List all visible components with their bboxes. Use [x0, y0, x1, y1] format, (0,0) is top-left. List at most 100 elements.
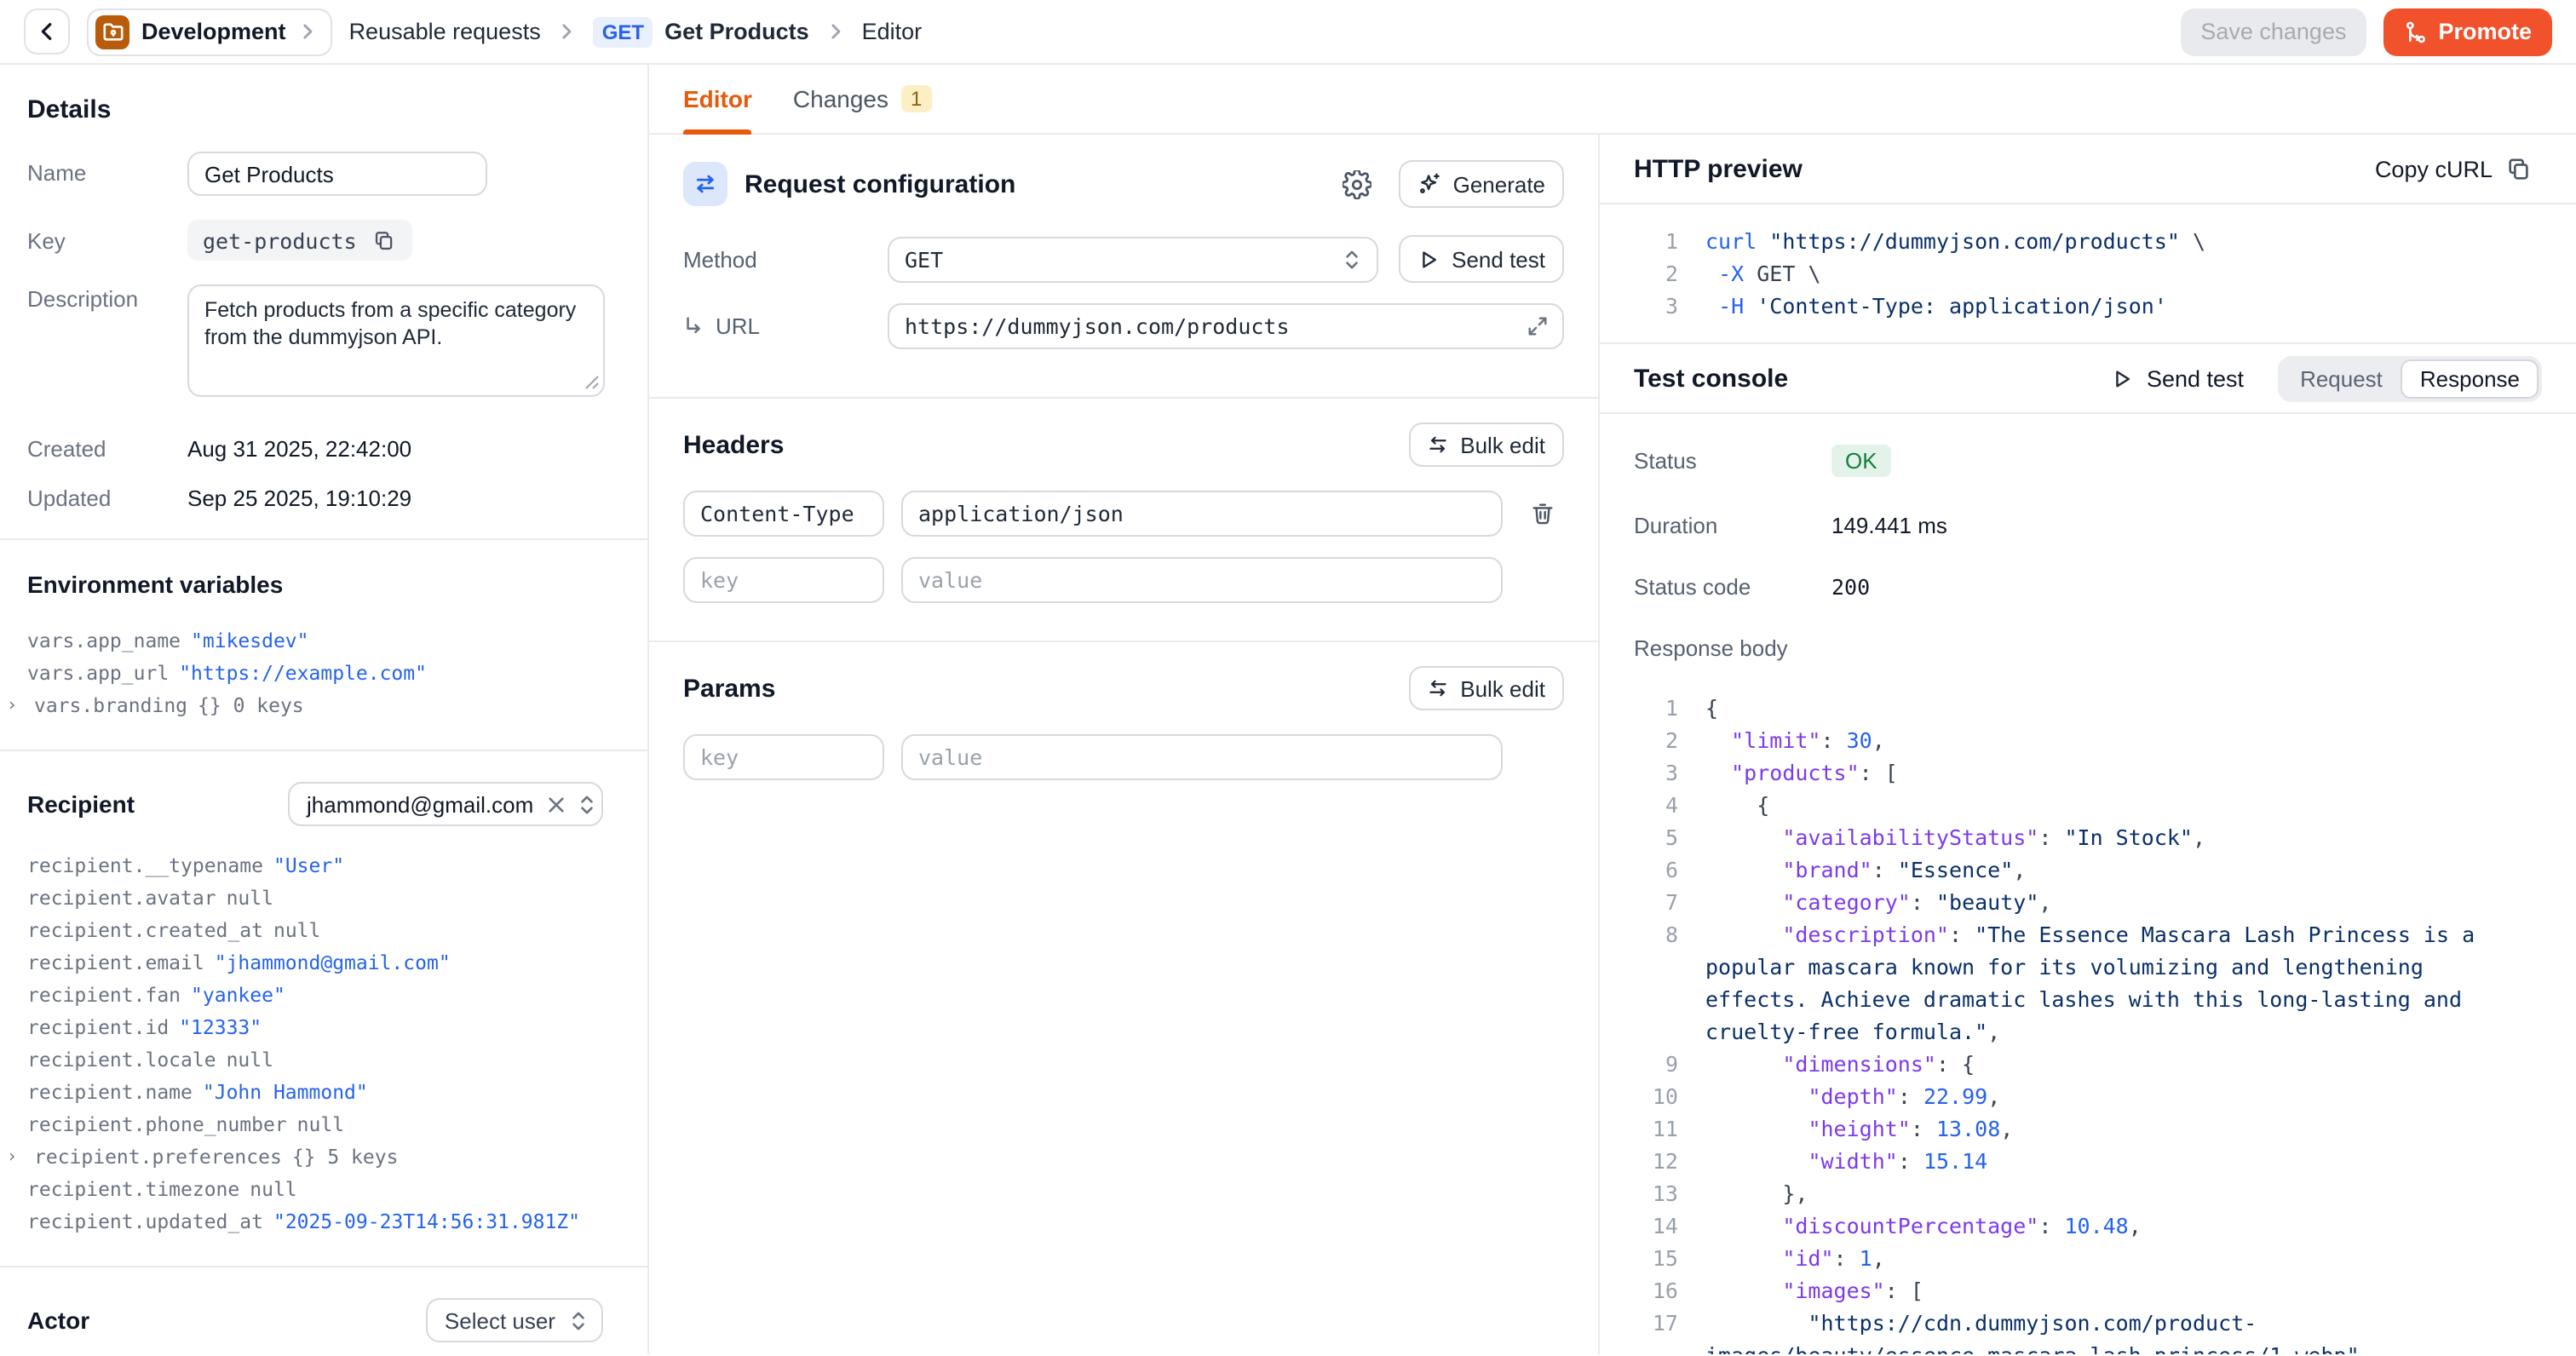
- property-row: recipient.created_atnull: [27, 915, 603, 947]
- clear-icon[interactable]: [547, 795, 566, 813]
- generate-button[interactable]: Generate: [1399, 160, 1564, 208]
- copy-curl-button[interactable]: Copy cURL: [2365, 154, 2542, 183]
- breadcrumb-page: Editor: [862, 19, 923, 44]
- property-value: {} 5 keys: [292, 1141, 399, 1174]
- swap-arrows-icon: [683, 162, 727, 206]
- key-value: get-products: [203, 227, 357, 253]
- code-line: 17 "https://cdn.dummyjson.com/product-im…: [1641, 1307, 2516, 1354]
- line-number: 16: [1641, 1274, 1678, 1307]
- toggle-request[interactable]: Request: [2281, 359, 2401, 398]
- curl-preview-code: 1curl "https://dummyjson.com/products" \…: [1600, 204, 2576, 344]
- chevron-updown-icon: [1343, 248, 1361, 270]
- method-badge: GET: [594, 16, 653, 47]
- expand-icon[interactable]: [1527, 315, 1549, 337]
- play-icon: [1417, 248, 1440, 270]
- code-line: 3 -H 'Content-Type: application/json': [1641, 290, 2535, 322]
- description-label: Description: [27, 284, 187, 312]
- tab-bar: Editor Changes 1: [649, 65, 2576, 135]
- property-row: recipient.timezonenull: [27, 1174, 603, 1206]
- console-send-test-button[interactable]: Send test: [2101, 364, 2254, 393]
- copy-key-button[interactable]: [371, 227, 398, 254]
- param-value-input[interactable]: [901, 734, 1503, 780]
- property-row: vars.app_name "mikesdev": [27, 625, 603, 658]
- header-key-input[interactable]: [683, 557, 884, 603]
- line-number: 17: [1641, 1307, 1678, 1354]
- line-number: 14: [1641, 1209, 1678, 1242]
- name-field[interactable]: [187, 152, 487, 196]
- send-test-button[interactable]: Send test: [1399, 235, 1564, 283]
- promote-button[interactable]: Promote: [2383, 8, 2552, 55]
- top-bar: Development Reusable requests GET Get Pr…: [0, 0, 2576, 65]
- method-label: Method: [683, 246, 867, 272]
- request-editor-column: Request configuration Generate: [649, 135, 1600, 1354]
- header-key-box[interactable]: Content-Type: [683, 491, 884, 537]
- recipient-selected-value: jhammond@gmail.com: [307, 791, 533, 817]
- breadcrumb-request-name[interactable]: Get Products: [664, 19, 809, 44]
- project-switcher[interactable]: Development: [87, 8, 332, 55]
- code-line: 2 "limit": 30,: [1641, 724, 2516, 756]
- changes-count-badge: 1: [900, 85, 932, 112]
- property-row: recipient.id"12333": [27, 1012, 603, 1044]
- breadcrumb-parent[interactable]: Reusable requests: [349, 19, 541, 44]
- request-response-toggle: Request Response: [2278, 355, 2542, 401]
- property-row[interactable]: ›vars.branding{} 0 keys: [27, 690, 603, 722]
- property-key: recipient.__typename: [27, 850, 263, 882]
- line-number: 4: [1641, 789, 1678, 821]
- details-sidebar: Details Name Key get-products: [0, 65, 649, 1354]
- property-value: "John Hammond": [203, 1077, 368, 1109]
- description-field[interactable]: Fetch products from a specific category …: [187, 284, 605, 397]
- resize-grip-icon[interactable]: [584, 368, 600, 399]
- property-value: {} 0 keys: [198, 690, 304, 722]
- property-value: "mikesdev": [191, 625, 309, 658]
- recipient-select[interactable]: jhammond@gmail.com: [288, 782, 603, 826]
- save-changes-button[interactable]: Save changes: [2180, 8, 2366, 55]
- property-value: "12333": [179, 1012, 262, 1044]
- tab-editor[interactable]: Editor: [683, 65, 752, 133]
- param-key-input[interactable]: [683, 734, 884, 780]
- test-console-title: Test console: [1634, 364, 1788, 393]
- main-area: Editor Changes 1 Request configurat: [649, 65, 2576, 1354]
- chevron-left-icon: [36, 20, 58, 43]
- property-value: null: [297, 1109, 344, 1141]
- property-value: null: [250, 1174, 296, 1206]
- recipient-properties-list: recipient.__typename"User"recipient.avat…: [27, 850, 603, 1238]
- chevron-expand-icon[interactable]: ›: [7, 690, 24, 722]
- header-value-input[interactable]: [901, 557, 1503, 603]
- code-line: 10 "depth": 22.99,: [1641, 1080, 2516, 1112]
- updated-label: Updated: [27, 486, 187, 511]
- property-row: recipient.localenull: [27, 1044, 603, 1077]
- back-button[interactable]: [24, 9, 70, 55]
- chevron-expand-icon[interactable]: ›: [7, 1141, 24, 1174]
- status-code-label: Status code: [1634, 574, 1831, 600]
- actor-select[interactable]: Select user: [426, 1298, 603, 1342]
- property-row: vars.app_url"https://example.com": [27, 658, 603, 690]
- tab-changes[interactable]: Changes 1: [793, 65, 932, 133]
- sparkles-icon: [1417, 172, 1441, 196]
- header-value-field[interactable]: [901, 491, 1503, 537]
- property-value: null: [227, 882, 273, 915]
- key-label: Key: [27, 220, 187, 254]
- method-select[interactable]: GET: [888, 236, 1378, 282]
- duration-label: Duration: [1634, 513, 1831, 538]
- headers-bulk-edit-button[interactable]: Bulk edit: [1409, 422, 1564, 467]
- property-key: recipient.created_at: [27, 915, 263, 947]
- property-row: recipient.phone_numbernull: [27, 1109, 603, 1141]
- property-value: "https://example.com": [179, 658, 427, 690]
- property-row[interactable]: ›recipient.preferences{} 5 keys: [27, 1141, 603, 1174]
- chevron-right-icon: [298, 22, 317, 41]
- chevron-updown-icon: [569, 1309, 588, 1331]
- status-badge: OK: [1831, 445, 1891, 477]
- http-preview-title: HTTP preview: [1634, 154, 1803, 183]
- headers-title: Headers: [683, 430, 784, 459]
- code-line: 4 {: [1641, 789, 2516, 821]
- code-line: 1curl "https://dummyjson.com/products" \: [1641, 225, 2535, 257]
- params-bulk-edit-button[interactable]: Bulk edit: [1409, 666, 1564, 710]
- params-section: Params Bulk edit: [649, 642, 1598, 801]
- property-key: vars.app_name: [27, 625, 181, 658]
- url-field[interactable]: https://dummyjson.com/products: [888, 303, 1564, 349]
- chevron-right-icon: [558, 22, 577, 41]
- bulk-edit-icon: [1428, 678, 1448, 698]
- settings-button[interactable]: [1334, 160, 1382, 208]
- delete-header-button[interactable]: [1520, 491, 1564, 536]
- toggle-response[interactable]: Response: [2401, 359, 2539, 398]
